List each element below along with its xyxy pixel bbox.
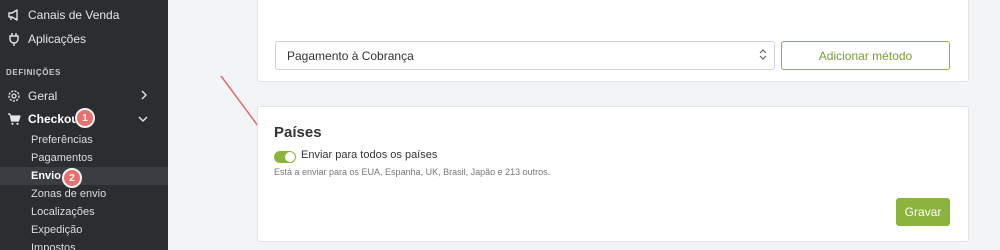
sidebar-subitem-dispatch[interactable]: Expedição bbox=[0, 221, 168, 239]
sidebar-subitem-shipping[interactable]: Envio bbox=[0, 167, 168, 185]
sidebar-item-applications[interactable]: Aplicações bbox=[0, 28, 168, 50]
gear-icon bbox=[6, 88, 22, 104]
section-title: Países bbox=[274, 124, 322, 141]
sidebar-subitem-taxes[interactable]: Impostos bbox=[0, 239, 168, 250]
sidebar-subitem-payments[interactable]: Pagamentos bbox=[0, 149, 168, 167]
sidebar-item-general[interactable]: Geral bbox=[0, 85, 168, 107]
chevron-updown-icon bbox=[759, 48, 767, 63]
sidebar-item-label: Canais de Venda bbox=[28, 8, 120, 22]
sidebar-subitem-locations[interactable]: Localizações bbox=[0, 203, 168, 221]
payment-method-select[interactable]: Pagamento à Cobrança bbox=[275, 41, 775, 70]
sidebar-section-heading: DEFINIÇÕES bbox=[6, 68, 61, 77]
sidebar-subitem-preferences[interactable]: Preferências bbox=[0, 131, 168, 149]
toggle-label: Enviar para todos os países bbox=[301, 149, 438, 161]
shipping-summary-text: Está a enviar para os EUA, Espanha, UK, … bbox=[274, 167, 551, 177]
save-button[interactable]: Gravar bbox=[896, 198, 950, 226]
payment-method-value: Pagamento à Cobrança bbox=[287, 48, 414, 63]
sidebar-item-label: Aplicações bbox=[28, 32, 87, 46]
megaphone-icon bbox=[6, 7, 22, 23]
chevron-right-icon bbox=[140, 89, 148, 103]
add-method-button[interactable]: Adicionar método bbox=[781, 41, 950, 70]
toggle-knob bbox=[285, 152, 295, 162]
sidebar-item-sales-channels[interactable]: Canais de Venda bbox=[0, 4, 168, 26]
ship-all-countries-toggle[interactable] bbox=[274, 151, 296, 163]
sidebar-subitem-shipping-zones[interactable]: Zonas de envio bbox=[0, 185, 168, 203]
step-badge: 1 bbox=[75, 108, 95, 128]
sidebar-item-label: Geral bbox=[28, 89, 58, 103]
cart-icon bbox=[6, 111, 22, 127]
chevron-down-icon bbox=[138, 112, 148, 126]
sidebar: Canais de Venda Aplicações DEFINIÇÕES Ge… bbox=[0, 0, 168, 250]
plug-icon bbox=[6, 31, 22, 47]
